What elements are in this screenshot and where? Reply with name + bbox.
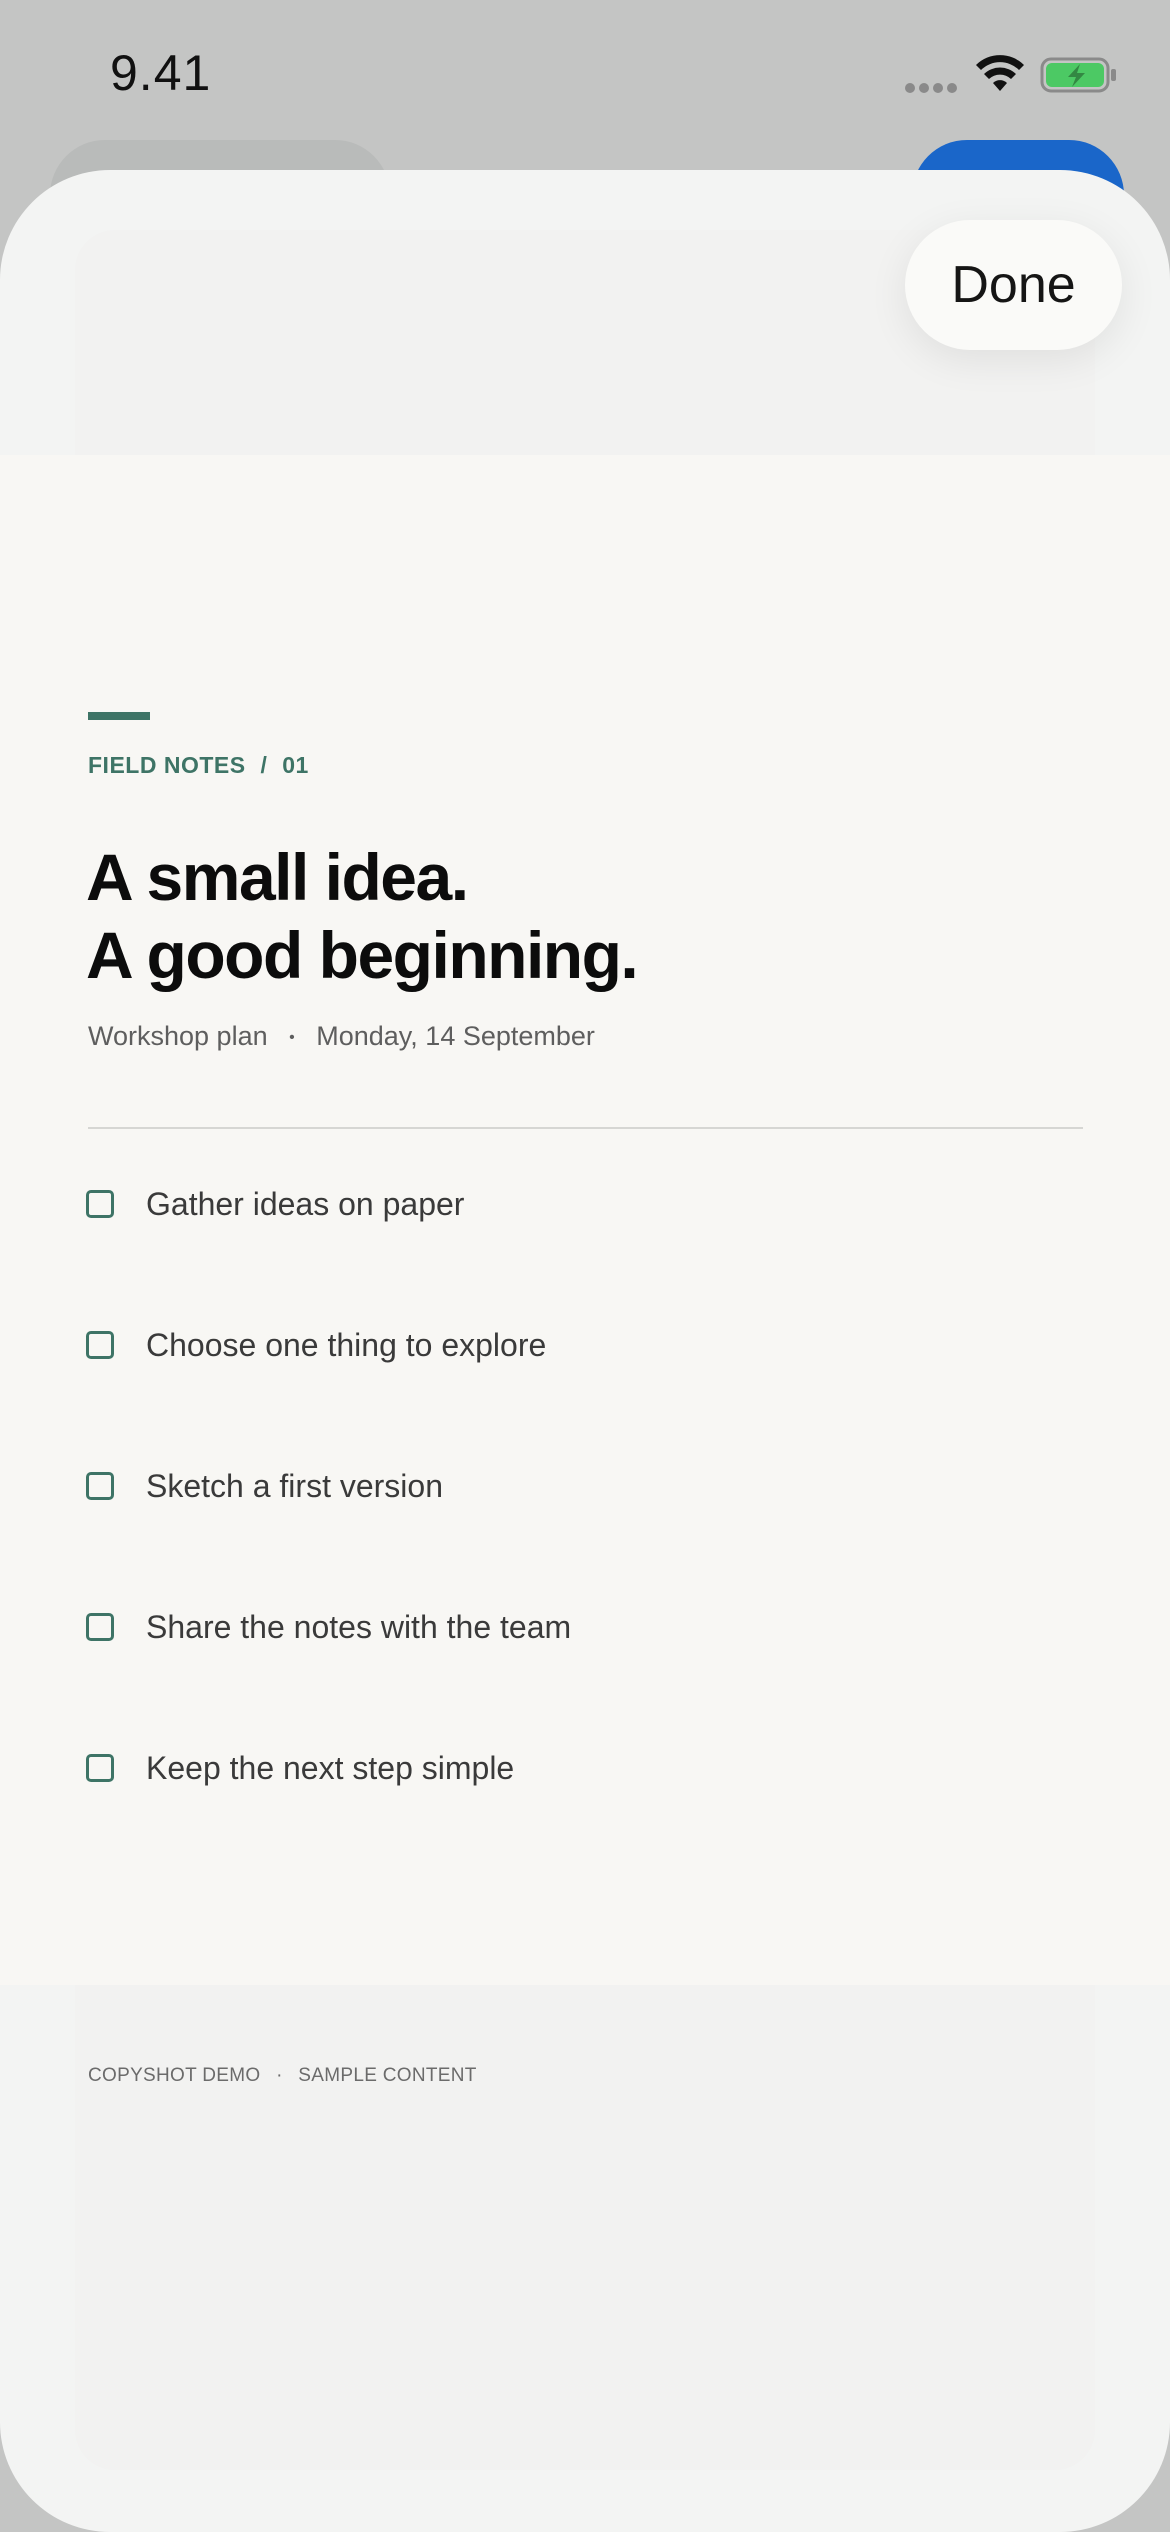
checkbox[interactable] (86, 1754, 114, 1782)
footer-right: SAMPLE CONTENT (298, 2065, 477, 2086)
checkbox[interactable] (86, 1472, 114, 1500)
checklist-item-label: Share the notes with the team (146, 1609, 572, 1645)
wifi-icon (976, 55, 1024, 91)
eyebrow-section: FIELD NOTES (88, 752, 246, 778)
checkbox[interactable] (86, 1331, 114, 1359)
checkbox[interactable] (86, 1613, 114, 1641)
checkbox[interactable] (86, 1190, 114, 1218)
checklist-item[interactable]: Choose one thing to explore (86, 1327, 1086, 1472)
meta-date: Monday, 14 September (316, 1021, 595, 1051)
meta-plan: Workshop plan (88, 1021, 268, 1051)
note-card: FIELD NOTES / 01 A small idea. A good be… (0, 455, 1170, 2086)
done-button[interactable]: Done (905, 220, 1122, 350)
checklist-item-label: Keep the next step simple (146, 1750, 515, 1786)
status-time: 9.41 (110, 45, 212, 101)
checklist: Gather ideas on paper Choose one thing t… (86, 1186, 1086, 1895)
checklist-item-label: Gather ideas on paper (146, 1186, 465, 1222)
headline-line-1: A small idea. (86, 840, 469, 914)
page-title: A small idea. A good beginning. (86, 838, 1086, 994)
battery-charging-icon (1040, 57, 1116, 93)
cellular-signal-icon (905, 80, 961, 93)
note-meta: Workshop plan • Monday, 14 September (88, 1021, 595, 1052)
meta-dot: • (289, 1029, 295, 1046)
status-bar: 9.41 (0, 0, 1170, 150)
footer-left: COPYSHOT DEMO (88, 2065, 261, 2086)
checklist-item[interactable]: Keep the next step simple (86, 1750, 1086, 1895)
footer-separator: · (276, 2065, 283, 2086)
checklist-item-label: Sketch a first version (146, 1468, 443, 1504)
divider (88, 1127, 1083, 1129)
checklist-item-label: Choose one thing to explore (146, 1327, 547, 1363)
eyebrow-label: FIELD NOTES / 01 (88, 752, 309, 779)
checklist-item[interactable]: Share the notes with the team (86, 1609, 1086, 1754)
checklist-item[interactable]: Sketch a first version (86, 1468, 1086, 1613)
headline-line-2: A good beginning. (86, 918, 639, 992)
checklist-item[interactable]: Gather ideas on paper (86, 1186, 1086, 1331)
eyebrow-number: 01 (282, 752, 309, 778)
eyebrow-separator: / (260, 752, 268, 778)
footer-note: COPYSHOT DEMO · SAMPLE CONTENT (88, 2065, 477, 2087)
accent-bar (88, 712, 150, 720)
